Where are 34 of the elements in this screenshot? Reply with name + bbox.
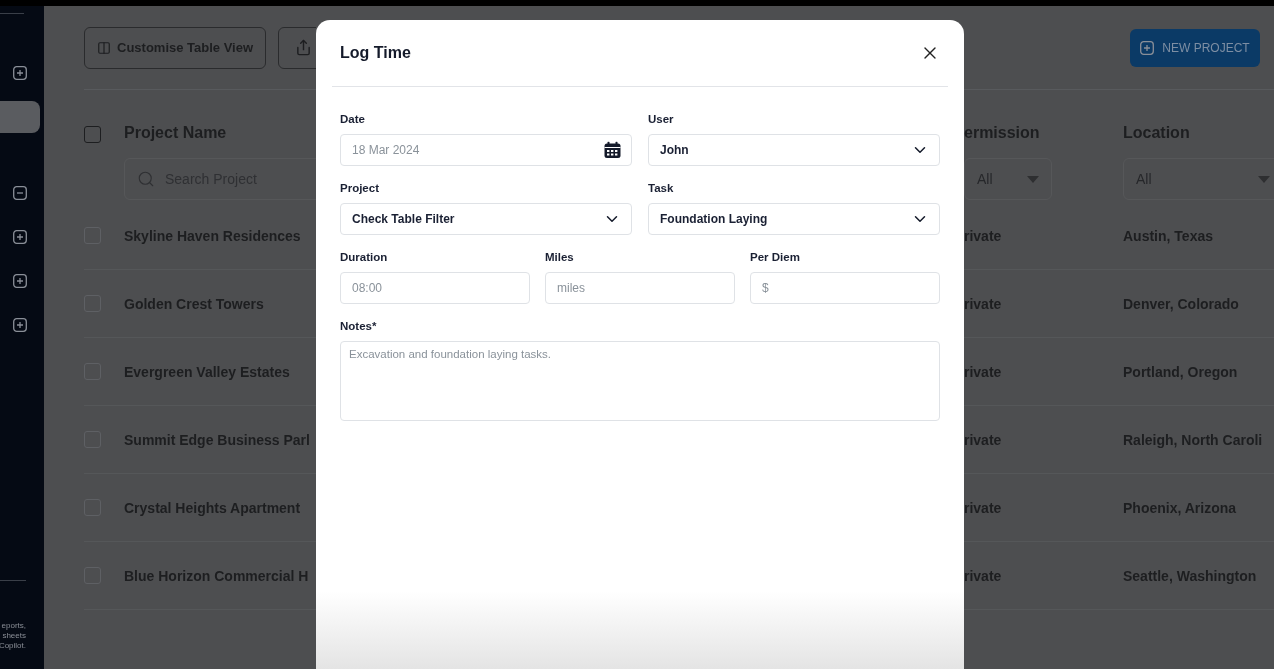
caret-icon <box>1258 175 1270 183</box>
field-label: Miles <box>545 251 575 263</box>
plus-square-icon[interactable] <box>13 230 27 244</box>
columns-icon <box>97 40 111 55</box>
plus-square-icon[interactable] <box>13 318 27 332</box>
input-field[interactable]: 08:00 <box>340 272 530 304</box>
field-label: Date <box>340 113 366 125</box>
field-label: Notes* <box>340 320 378 332</box>
field-label: User <box>648 113 675 125</box>
field-label: Per Diem <box>750 251 801 263</box>
select-field[interactable]: John <box>648 134 940 166</box>
plus-square-icon[interactable] <box>1140 40 1155 55</box>
field-label: Duration <box>340 251 389 263</box>
modal-title: Log Time <box>340 44 411 62</box>
date-field[interactable]: 18 Mar 2024 <box>340 134 632 166</box>
input-field[interactable]: $ <box>750 272 940 304</box>
plus-square-icon[interactable] <box>13 274 27 288</box>
sidebar-text: sheets <box>2 631 26 641</box>
calendar-icon[interactable] <box>604 141 621 159</box>
sidebar-text: Copilot. <box>0 641 26 651</box>
field-label: Project <box>340 182 380 194</box>
select-field[interactable]: Foundation Laying <box>648 203 940 235</box>
select-all-checkbox[interactable] <box>84 126 101 143</box>
notes-field[interactable]: Excavation and foundation laying tasks. <box>340 341 940 421</box>
sidebar-text: eports, <box>1 621 26 631</box>
plus-square-icon[interactable] <box>13 66 27 80</box>
new-project-button[interactable]: NEW PROJECT <box>1130 28 1260 67</box>
input-field[interactable]: miles <box>545 272 735 304</box>
field-label: Task <box>648 182 675 194</box>
search-icon <box>137 170 155 188</box>
share-icon <box>295 39 313 56</box>
minus-square-icon[interactable] <box>13 186 27 200</box>
select-field[interactable]: Check Table Filter <box>340 203 632 235</box>
caret-icon <box>1027 175 1039 183</box>
